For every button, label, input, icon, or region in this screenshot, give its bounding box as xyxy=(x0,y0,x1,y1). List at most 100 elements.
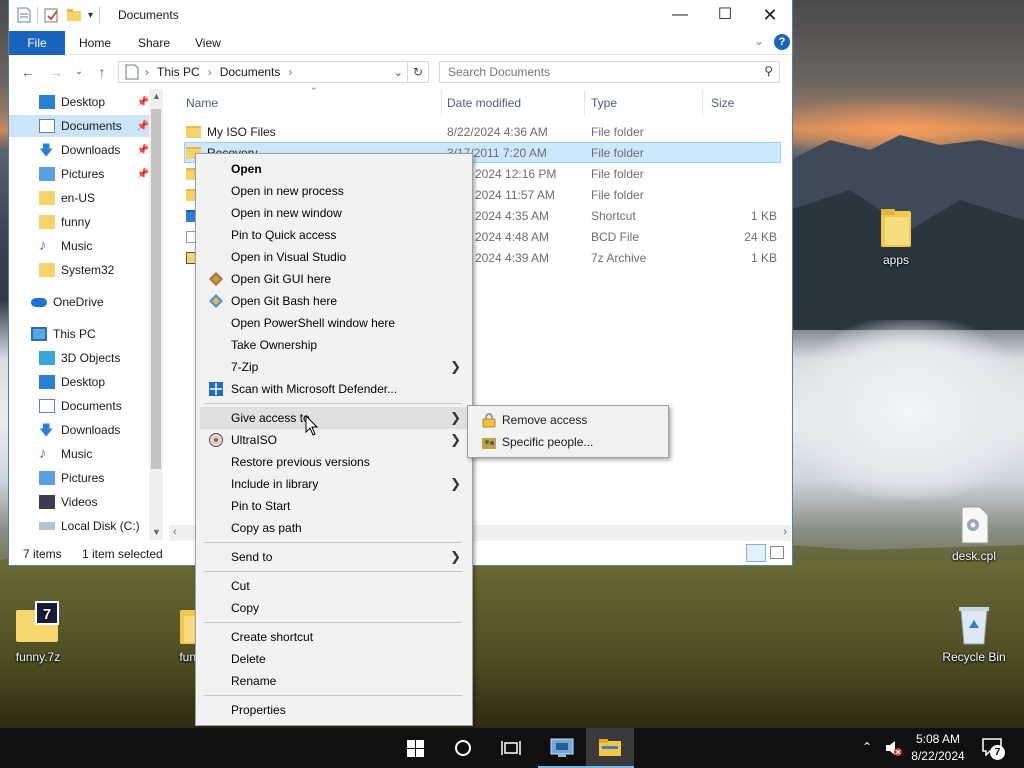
document-icon[interactable] xyxy=(17,7,31,23)
tab-view[interactable]: View xyxy=(195,31,221,55)
column-type[interactable]: Type xyxy=(591,96,617,110)
title-bar[interactable]: ▾ Documents — ☐ ✕ xyxy=(9,0,792,31)
menu-item-pin-to-start[interactable]: Pin to Start xyxy=(200,495,469,517)
nav-item-documents[interactable]: Documents 📌 xyxy=(9,115,149,137)
nav-item-desktop[interactable]: Desktop 📌 xyxy=(9,91,149,113)
nav-pane-scrollbar[interactable]: ▲ ▼ xyxy=(149,89,163,540)
menu-item-restore-previous[interactable]: Restore previous versions xyxy=(200,451,469,473)
breadcrumb-documents[interactable]: Documents xyxy=(220,65,281,79)
tab-share[interactable]: Share xyxy=(138,31,170,55)
desktop-icon-desk-cpl[interactable]: desk.cpl xyxy=(934,505,1014,563)
desktop-icon-recycle-bin[interactable]: Recycle Bin xyxy=(934,602,1014,664)
nav-item-this-pc[interactable]: This PC xyxy=(9,323,149,345)
desktop-icon-fun[interactable]: fun xyxy=(150,604,196,664)
task-view-button[interactable] xyxy=(487,728,535,768)
nav-item-local-disk[interactable]: Local Disk (C:) xyxy=(9,515,149,537)
pin-icon[interactable]: 📌 xyxy=(137,169,149,180)
start-button[interactable] xyxy=(391,728,439,768)
breadcrumb-chevron-icon[interactable]: › xyxy=(145,65,149,79)
close-button[interactable]: ✕ xyxy=(747,0,793,30)
nav-item-documents-2[interactable]: Documents xyxy=(9,395,149,417)
column-date-modified[interactable]: Date modified xyxy=(447,96,521,110)
nav-item-pictures[interactable]: Pictures 📌 xyxy=(9,163,149,185)
menu-item-cut[interactable]: Cut xyxy=(200,575,469,597)
menu-item-create-shortcut[interactable]: Create shortcut xyxy=(200,626,469,648)
taskbar-app-file-explorer[interactable] xyxy=(586,728,634,768)
menu-item-pin-quick-access[interactable]: Pin to Quick access xyxy=(200,224,469,246)
maximize-button[interactable]: ☐ xyxy=(702,0,748,30)
nav-item-en-us[interactable]: en-US xyxy=(9,187,149,209)
menu-item-copy-as-path[interactable]: Copy as path xyxy=(200,517,469,539)
tab-home[interactable]: Home xyxy=(79,31,111,55)
action-center-button[interactable]: 7 xyxy=(982,738,1005,760)
help-icon[interactable]: ? xyxy=(774,34,790,50)
pin-icon[interactable]: 📌 xyxy=(137,97,149,108)
back-button[interactable]: ← xyxy=(17,62,39,82)
nav-item-music[interactable]: ♪ Music xyxy=(9,235,149,257)
column-size[interactable]: Size xyxy=(711,96,734,110)
menu-item-7zip[interactable]: 7-Zip ❯ xyxy=(200,356,469,378)
qat-dropdown-icon[interactable]: ▾ xyxy=(88,10,93,21)
scroll-up-icon[interactable]: ▲ xyxy=(152,91,161,101)
details-view-icon[interactable] xyxy=(746,544,766,562)
menu-item-git-gui[interactable]: Open Git GUI here xyxy=(200,268,469,290)
up-button[interactable]: ↑ xyxy=(91,62,113,82)
menu-item-open-new-window[interactable]: Open in new window xyxy=(200,202,469,224)
pin-icon[interactable]: 📌 xyxy=(137,121,149,132)
menu-item-send-to[interactable]: Send to ❯ xyxy=(200,546,469,568)
nav-item-3d-objects[interactable]: 3D Objects xyxy=(9,347,149,369)
menu-item-powershell[interactable]: Open PowerShell window here xyxy=(200,312,469,334)
menu-item-git-bash[interactable]: Open Git Bash here xyxy=(200,290,469,312)
breadcrumb-chevron-icon[interactable]: › xyxy=(208,65,212,79)
minimize-button[interactable]: — xyxy=(657,0,703,30)
nav-item-desktop-2[interactable]: Desktop xyxy=(9,371,149,393)
menu-item-include-library[interactable]: Include in library ❯ xyxy=(200,473,469,495)
scroll-left-icon[interactable]: ‹ xyxy=(173,526,177,538)
column-name[interactable]: Name xyxy=(186,96,218,110)
search-button[interactable] xyxy=(439,728,487,768)
nav-item-pictures-2[interactable]: Pictures xyxy=(9,467,149,489)
nav-item-videos[interactable]: Videos xyxy=(9,491,149,513)
address-dropdown-icon[interactable]: ⌄ xyxy=(394,66,403,79)
scroll-right-icon[interactable]: › xyxy=(783,526,787,538)
nav-item-funny[interactable]: funny xyxy=(9,211,149,233)
expand-ribbon-icon[interactable]: ⌄ xyxy=(754,34,764,48)
search-input[interactable] xyxy=(446,62,746,82)
menu-item-ultraiso[interactable]: UltraISO ❯ xyxy=(200,429,469,451)
refresh-button[interactable]: ↻ xyxy=(407,61,429,83)
menu-item-open[interactable]: Open xyxy=(200,158,469,180)
new-folder-icon[interactable] xyxy=(66,8,82,22)
show-hidden-icons-chevron-icon[interactable]: ⌃ xyxy=(862,740,872,754)
scroll-down-icon[interactable]: ▼ xyxy=(152,527,161,537)
large-icons-view-icon[interactable] xyxy=(770,546,784,559)
pin-icon[interactable]: 📌 xyxy=(137,145,149,156)
recent-locations-icon[interactable]: ⌄ xyxy=(68,62,90,82)
nav-item-onedrive[interactable]: OneDrive xyxy=(9,291,149,313)
search-box[interactable]: ⚲ xyxy=(439,61,780,83)
desktop-icon-funny-7z[interactable]: 7 funny.7z xyxy=(0,600,78,664)
nav-item-downloads[interactable]: 🡇 Downloads 📌 xyxy=(9,139,149,161)
breadcrumb-chevron-icon[interactable]: › xyxy=(288,65,292,79)
menu-item-delete[interactable]: Delete xyxy=(200,648,469,670)
menu-item-take-ownership[interactable]: Take Ownership xyxy=(200,334,469,356)
menu-item-rename[interactable]: Rename xyxy=(200,670,469,692)
nav-item-system32[interactable]: System32 xyxy=(9,259,149,281)
scrollbar-thumb[interactable] xyxy=(151,109,161,469)
forward-button[interactable]: → xyxy=(45,62,67,82)
system-clock[interactable]: 5:08 AM 8/22/2024 xyxy=(900,731,976,765)
menu-item-give-access[interactable]: Give access to ❯ xyxy=(200,407,469,429)
menu-item-properties[interactable]: Properties xyxy=(200,699,469,721)
nav-item-downloads-2[interactable]: 🡇 Downloads xyxy=(9,419,149,441)
address-bar[interactable]: › This PC › Documents › ⌄ xyxy=(118,61,408,83)
properties-check-icon[interactable] xyxy=(44,7,60,23)
menu-item-remove-access[interactable]: Remove access xyxy=(472,409,665,431)
taskbar-app-control-panel[interactable] xyxy=(538,728,586,768)
menu-item-defender-scan[interactable]: Scan with Microsoft Defender... xyxy=(200,378,469,400)
menu-item-open-new-process[interactable]: Open in new process xyxy=(200,180,469,202)
breadcrumb-this-pc[interactable]: This PC xyxy=(157,65,200,79)
menu-item-copy[interactable]: Copy xyxy=(200,597,469,619)
desktop-icon-apps[interactable]: apps xyxy=(856,205,936,267)
menu-item-specific-people[interactable]: Specific people... xyxy=(472,431,665,453)
table-row[interactable]: My ISO Files 8/22/2024 4:36 AM File fold… xyxy=(184,121,781,142)
nav-item-music-2[interactable]: ♪ Music xyxy=(9,443,149,465)
